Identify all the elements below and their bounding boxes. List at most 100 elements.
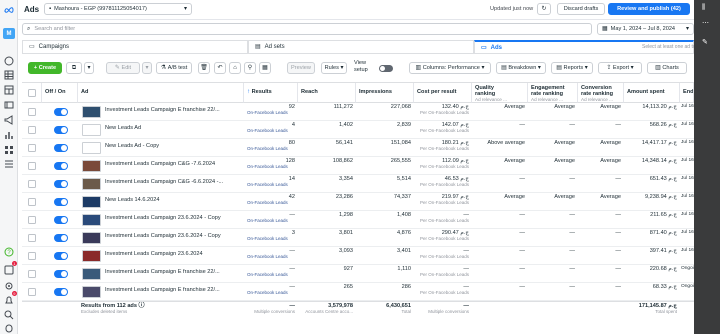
ad-name[interactable]: Investment Leads Campaign E franchise 22… xyxy=(102,283,244,299)
results-sub[interactable]: On-Facebook Leads xyxy=(247,182,295,187)
results-sub[interactable]: On-Facebook Leads xyxy=(247,164,295,169)
table-row[interactable]: Investment Leads Campaign 23.6.2024 - Co… xyxy=(22,211,694,229)
export-button[interactable]: ⇪ Export ▾ xyxy=(598,62,642,74)
ad-name[interactable]: Investment Leads Campaign E franchise 22… xyxy=(102,103,244,119)
search-filter-bar[interactable]: ⌕ Search and filter xyxy=(22,23,592,35)
header-results[interactable]: ↑ Results xyxy=(244,83,298,103)
delete-button[interactable]: 🗑 xyxy=(198,62,210,74)
row-toggle[interactable] xyxy=(54,234,68,242)
megaphone-icon[interactable] xyxy=(3,114,15,125)
row-toggle[interactable] xyxy=(54,198,68,206)
header-onoff[interactable]: Off / On xyxy=(42,83,78,103)
results-sub[interactable]: On-Facebook Leads xyxy=(247,254,295,259)
row-checkbox[interactable] xyxy=(28,252,36,260)
people-icon[interactable] xyxy=(3,99,15,110)
breakdown-button[interactable]: ▤ Breakdown ▾ xyxy=(496,62,546,74)
row-checkbox[interactable] xyxy=(28,162,36,170)
duplicate-button[interactable]: ⧉ xyxy=(66,62,82,74)
ad-name[interactable]: Investment Leads Campaign 23.6.2024 - Co… xyxy=(102,229,244,245)
table-row[interactable]: New Leads 14.6.2024 42 On-Facebook Leads 23… xyxy=(22,193,694,211)
ad-name[interactable]: New Leads 14.6.2024 xyxy=(102,193,244,209)
table-row[interactable]: Investment Leads Campaign 23.6.2024 - Co… xyxy=(22,229,694,247)
ad-preview-button[interactable]: ▦ xyxy=(259,62,271,74)
menu-icon[interactable] xyxy=(3,158,15,169)
results-sub[interactable]: On-Facebook Leads xyxy=(247,128,295,133)
header-amount-spent[interactable]: Amount spent xyxy=(624,83,680,103)
tag-button[interactable]: ⌂ xyxy=(229,62,241,74)
more-icon[interactable]: ⋯ xyxy=(702,19,709,27)
tab-campaigns[interactable]: ▭ Campaigns xyxy=(22,40,248,54)
results-sub[interactable]: On-Facebook Leads xyxy=(247,110,295,115)
ad-name[interactable]: Investment Leads Campaign C&G -6.6.2024 … xyxy=(102,175,244,191)
reports-button[interactable]: ▤ Reports ▾ xyxy=(551,62,593,74)
row-toggle[interactable] xyxy=(54,252,68,260)
create-button[interactable]: + Create xyxy=(28,62,62,74)
row-checkbox[interactable] xyxy=(28,288,36,296)
date-range-picker[interactable]: ▦ May 1, 2024 – Jul 8, 2024 ▾ xyxy=(597,23,694,35)
row-toggle[interactable] xyxy=(54,216,68,224)
row-checkbox[interactable] xyxy=(28,108,36,116)
edit-button[interactable]: ✎ Edit xyxy=(106,62,140,74)
row-toggle[interactable] xyxy=(54,270,68,278)
header-engagement-ranking[interactable]: Engagement rate ranking Ad relevance ... xyxy=(528,83,578,103)
header-conversion-ranking[interactable]: Conversion rate ranking Ad relevance ... xyxy=(578,83,624,103)
notification-icon[interactable]: 1 xyxy=(3,261,17,275)
table-row[interactable]: Investment Leads Campaign E franchise 22… xyxy=(22,265,694,283)
chart-icon[interactable] xyxy=(3,129,15,140)
grid-icon[interactable] xyxy=(3,69,15,80)
bell-icon[interactable]: 9 xyxy=(3,291,17,305)
header-ends[interactable]: Ends xyxy=(680,83,694,103)
columns-button[interactable]: ▥ Columns: Performance ▾ xyxy=(409,62,491,74)
edit-dropdown[interactable]: ▾ xyxy=(142,62,152,74)
pin-button[interactable]: ⚲ xyxy=(244,62,256,74)
select-all-checkbox[interactable] xyxy=(28,89,36,97)
bug-icon[interactable] xyxy=(3,322,15,333)
settings-icon[interactable] xyxy=(3,280,15,291)
view-setup-toggle[interactable] xyxy=(379,65,393,72)
row-checkbox[interactable] xyxy=(28,198,36,206)
charts-button[interactable]: ▥ Charts xyxy=(647,62,687,74)
header-select-all[interactable] xyxy=(22,83,42,103)
search-input[interactable]: Search and filter xyxy=(34,26,75,32)
home-icon[interactable] xyxy=(3,55,15,66)
header-ad[interactable]: Ad xyxy=(78,83,244,103)
header-impressions[interactable]: Impressions xyxy=(356,83,414,103)
table-row[interactable]: Investment Leads Campaign E franchise 22… xyxy=(22,103,694,121)
results-sub[interactable]: On-Facebook Leads xyxy=(247,146,295,151)
row-checkbox[interactable] xyxy=(28,216,36,224)
row-toggle[interactable] xyxy=(54,108,68,116)
ad-name[interactable]: New Leads Ad xyxy=(102,121,244,137)
header-reach[interactable]: Reach xyxy=(298,83,356,103)
rules-button[interactable]: Rules ▾ xyxy=(321,62,347,74)
preview-button[interactable]: Preview xyxy=(287,62,315,74)
results-sub[interactable]: On-Facebook Leads xyxy=(247,272,295,277)
results-sub[interactable]: On-Facebook Leads xyxy=(247,290,295,295)
search-icon[interactable] xyxy=(3,309,15,320)
table-row[interactable]: Investment Leads Campaign 23.6.2024— On-F… xyxy=(22,247,694,265)
ad-name[interactable]: Investment Leads Campaign E franchise 22… xyxy=(102,265,244,281)
results-sub[interactable]: On-Facebook Leads xyxy=(247,218,295,223)
row-checkbox[interactable] xyxy=(28,144,36,152)
ad-name[interactable]: Investment Leads Campaign C&G -7.6.2024 xyxy=(102,157,244,173)
ad-name[interactable]: Investment Leads Campaign 23.6.2024 - Co… xyxy=(102,211,244,227)
row-toggle[interactable] xyxy=(54,144,68,152)
table-row[interactable]: Investment Leads Campaign C&G -7.6.2024 1… xyxy=(22,157,694,175)
refresh-button[interactable]: ↻ xyxy=(537,3,551,15)
apps-icon[interactable] xyxy=(3,144,15,155)
pencil-icon[interactable]: ✎ xyxy=(702,38,708,46)
duplicate-dropdown[interactable]: ▾ xyxy=(84,62,94,74)
table-row[interactable]: New Leads Ad - Copy 80 On-Facebook Leads 56… xyxy=(22,139,694,157)
review-publish-button[interactable]: Review and publish (42) xyxy=(608,3,690,15)
chart-icon[interactable]: ⫼ xyxy=(702,4,705,12)
undo-button[interactable]: ↶ xyxy=(214,62,226,74)
tab-ad-sets[interactable]: ▤ Ad sets xyxy=(248,40,474,54)
discard-drafts-button[interactable]: Discard drafts xyxy=(557,3,605,15)
meta-logo-icon[interactable] xyxy=(3,4,15,15)
header-quality-ranking[interactable]: Quality ranking Ad relevance ... xyxy=(472,83,528,103)
ad-name[interactable]: Investment Leads Campaign 23.6.2024 xyxy=(102,247,244,263)
row-toggle[interactable] xyxy=(54,162,68,170)
row-checkbox[interactable] xyxy=(28,234,36,242)
table-row[interactable]: New Leads Ad 4 On-Facebook Leads 1,402 2,839… xyxy=(22,121,694,139)
results-sub[interactable]: On-Facebook Leads xyxy=(247,236,295,241)
row-checkbox[interactable] xyxy=(28,180,36,188)
